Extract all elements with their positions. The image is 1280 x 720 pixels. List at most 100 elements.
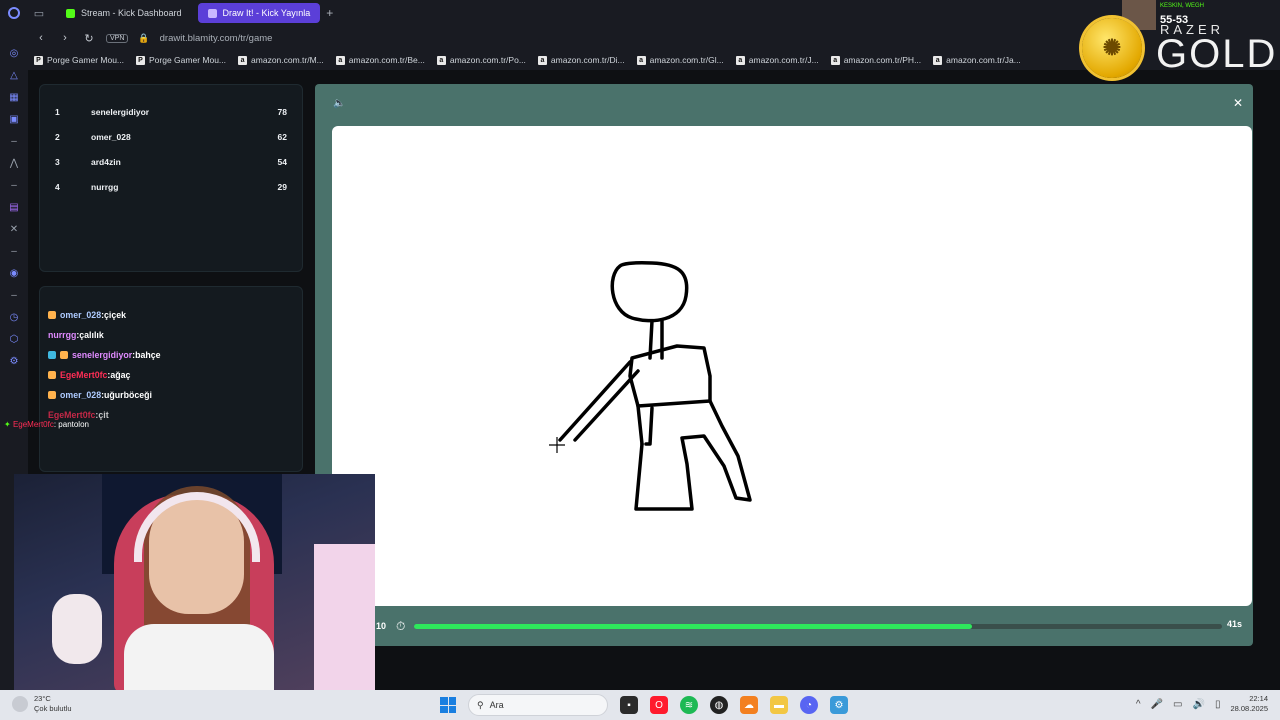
stopwatch-icon: ⏱ — [396, 619, 406, 633]
divider-icon: – — [11, 289, 17, 301]
drawing-torso-stroke — [628, 344, 712, 408]
bookmark-favicon-icon: P — [34, 55, 43, 65]
history-icon[interactable]: ◷ — [7, 310, 21, 324]
settings-app-icon[interactable]: ⚙ — [830, 696, 848, 714]
chat-message: omer_028:çiçek — [48, 305, 294, 325]
webcam-shirt — [124, 624, 274, 691]
flow-icon[interactable]: ▦ — [7, 90, 21, 104]
drawing-arm-stroke — [558, 360, 640, 442]
discord-icon[interactable]: ◔ — [800, 696, 818, 714]
lock-icon[interactable]: 🔒 — [138, 33, 149, 44]
tab-draw-it[interactable]: Draw It! - Kick Yayınla — [197, 3, 321, 23]
drawing-left-leg-stroke — [636, 404, 654, 446]
taskbar-clock[interactable]: 22:14 28.08.2025 — [1230, 694, 1268, 714]
divider-icon: – — [11, 179, 17, 191]
file-explorer-icon[interactable]: ▬ — [770, 696, 788, 714]
time-left: 41s — [1226, 619, 1242, 629]
chat-message: EgeMert0fc:ağaç — [48, 365, 294, 385]
bookmark-item[interactable]: a amazon.com.tr/J... — [735, 55, 819, 65]
player-icon[interactable]: ◉ — [7, 266, 21, 280]
back-icon[interactable]: ‹ — [34, 32, 48, 44]
close-icon[interactable]: ✕ — [1233, 96, 1243, 110]
spotify-icon[interactable]: ≋ — [680, 696, 698, 714]
url-field[interactable]: drawit.blamity.com/tr/game — [160, 33, 273, 44]
amazon-favicon-icon: a — [636, 55, 646, 65]
cloud-icon — [12, 696, 28, 712]
network-icon[interactable]: ▭ — [1173, 699, 1182, 710]
chat-message: senelergidiyor:bahçe — [48, 345, 294, 365]
drawing-head-stroke — [610, 261, 689, 323]
scoreboard: 1 senelergidiyor 78 2 omer_028 62 3 ard4… — [39, 84, 303, 272]
obs-icon[interactable]: ◍ — [710, 696, 728, 714]
settings-icon[interactable]: ⚙ — [7, 354, 21, 368]
amazon-favicon-icon: a — [830, 55, 840, 65]
aria-icon[interactable]: ◎ — [7, 46, 21, 60]
amazon-favicon-icon: a — [735, 55, 745, 65]
divider-icon: – — [11, 135, 17, 147]
gold-brand-text: GOLD — [1156, 32, 1278, 76]
windows-taskbar: 23°C Çok bulutlu ⚲ Ara ▪ O ≋ ◍ ☁ ▬ ◔ ⚙ ^… — [0, 690, 1280, 720]
taskbar-apps: ⚲ Ara ▪ O ≋ ◍ ☁ ▬ ◔ ⚙ — [440, 694, 848, 716]
amazon-favicon-icon: a — [537, 55, 547, 65]
webcam-microphone — [52, 594, 102, 664]
tab-label: Stream - Kick Dashboard — [81, 8, 182, 18]
opera-logo-icon[interactable] — [0, 0, 28, 26]
tab-menu-icon[interactable]: ▭ — [28, 0, 50, 26]
bookmark-item[interactable]: a amazon.com.tr/Gl... — [636, 55, 724, 65]
system-tray: ^ 🎤 ▭ 🔊 ▯ 22:14 28.08.2025 — [1136, 694, 1268, 714]
workspace-icon[interactable]: △ — [7, 68, 21, 82]
twitch-icon[interactable]: ▤ — [7, 200, 21, 214]
weather-desc: Çok bulutlu — [34, 704, 72, 713]
battery-icon[interactable]: ▯ — [1215, 699, 1221, 710]
amazon-favicon-icon: a — [436, 55, 446, 65]
kick-favicon-icon — [66, 8, 75, 18]
time-progress-bar — [414, 624, 1222, 629]
search-placeholder: Ara — [489, 700, 504, 710]
new-tab-icon[interactable]: + — [326, 6, 333, 20]
opera-gx-icon[interactable]: O — [650, 696, 668, 714]
tab-bar: ▭ Stream - Kick Dashboard Draw It! - Kic… — [0, 0, 1280, 26]
clock-time: 22:14 — [1249, 694, 1268, 703]
drawing-canvas[interactable] — [332, 126, 1252, 606]
stream-overlay-chat: ✦ EgeMert0fc: pantolon — [4, 420, 89, 429]
kick-icon: ✦ — [4, 420, 11, 429]
webcam-pc-case — [314, 544, 375, 691]
volume-icon[interactable]: 🔊 — [1192, 699, 1204, 710]
badge-icon — [48, 371, 56, 379]
x-icon[interactable]: ✕ — [7, 222, 21, 236]
bookmark-item[interactable]: a amazon.com.tr/PH... — [830, 55, 921, 65]
arc-icon[interactable]: ⋀ — [7, 156, 21, 170]
forward-icon[interactable]: › — [58, 32, 72, 44]
sound-icon[interactable]: 🔈 — [333, 98, 345, 109]
bookmark-item[interactable]: a amazon.com.tr/Po... — [436, 55, 526, 65]
reload-icon[interactable]: ↻ — [82, 32, 96, 45]
divider-icon: – — [11, 245, 17, 257]
chevron-up-icon[interactable]: ^ — [1136, 699, 1141, 710]
bookmark-item[interactable]: a amazon.com.tr/M... — [238, 55, 324, 65]
amazon-favicon-icon: a — [335, 55, 345, 65]
messenger-icon[interactable]: ▣ — [7, 112, 21, 126]
badge-icon — [48, 391, 56, 399]
taskbar-search[interactable]: ⚲ Ara — [468, 694, 608, 716]
drawit-favicon-icon — [207, 8, 217, 18]
webcam-feed — [14, 474, 375, 691]
weather-widget[interactable]: 23°C Çok bulutlu — [12, 694, 72, 714]
time-progress-fill — [414, 624, 972, 629]
bookmark-favicon-icon: P — [136, 55, 146, 65]
bookmark-item[interactable]: a amazon.com.tr/Ja... — [933, 55, 1021, 65]
vpn-badge[interactable]: VPN — [106, 33, 129, 43]
screen: ▭ Stream - Kick Dashboard Draw It! - Kic… — [0, 0, 1280, 720]
cloud-app-icon[interactable]: ☁ — [740, 696, 758, 714]
badge-icon — [48, 311, 56, 319]
tab-kick-dashboard[interactable]: Stream - Kick Dashboard — [56, 3, 192, 23]
guess-chat[interactable]: omer_028:çiçek nurrgg:çalılık senelergid… — [39, 286, 303, 472]
badge-icon — [60, 351, 68, 359]
task-view-icon[interactable]: ▪ — [620, 696, 638, 714]
bookmark-item[interactable]: a amazon.com.tr/Be... — [335, 55, 425, 65]
microphone-icon[interactable]: 🎤 — [1151, 699, 1163, 710]
bookmark-item[interactable]: a amazon.com.tr/Di... — [537, 55, 625, 65]
bookmark-item[interactable]: P Porge Gamer Mou... — [34, 55, 124, 65]
windows-start-icon[interactable] — [440, 697, 456, 713]
bookmark-item[interactable]: P Porge Gamer Mou... — [136, 55, 226, 65]
extensions-icon[interactable]: ⬡ — [7, 332, 21, 346]
